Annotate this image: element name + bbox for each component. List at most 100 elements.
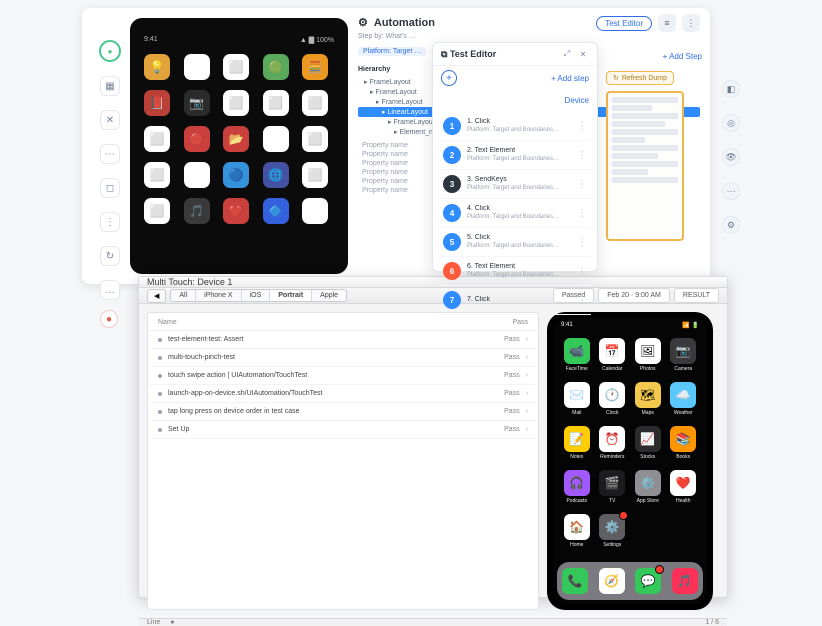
segment-portrait[interactable]: Portrait <box>270 290 312 301</box>
android-app-icon[interactable]: ⬜ <box>144 198 170 224</box>
android-app-icon[interactable]: 🔷 <box>263 198 289 224</box>
right-rail-target-icon[interactable]: ◎ <box>722 114 740 132</box>
step-more-icon[interactable]: ⋮ <box>577 121 587 132</box>
right-rail-layers-icon[interactable]: ◧ <box>722 80 740 98</box>
ios-app-icon[interactable]: 📝 <box>564 426 590 452</box>
ios-app-icon[interactable]: 🎧 <box>564 470 590 496</box>
ios-app-icon[interactable]: ❤️ <box>670 470 696 496</box>
result-row[interactable]: multi-touch-pinch-testPass› <box>148 349 538 367</box>
ios-app-label: Weather <box>674 410 693 416</box>
rail-sync-icon[interactable]: ↻ <box>100 246 120 266</box>
add-step-circle-button[interactable]: + <box>441 70 457 86</box>
step-row[interactable]: 4 4. ClickPlatform: Target and Boundarie… <box>439 199 591 228</box>
android-app-icon[interactable]: 💡 <box>144 54 170 80</box>
android-app-icon[interactable]: 🎙 <box>184 54 210 80</box>
editor-close-icon[interactable]: ✕ <box>577 48 589 60</box>
result-row[interactable]: Set UpPass› <box>148 421 538 439</box>
android-app-icon[interactable]: ⬜ <box>302 126 328 152</box>
device-link[interactable]: Device <box>565 96 589 105</box>
ios-app-icon[interactable]: ☁️ <box>670 382 696 408</box>
segment-all[interactable]: All <box>171 290 196 301</box>
rail-more-icon[interactable]: ⋮ <box>100 212 120 232</box>
android-app-icon[interactable]: 🔴 <box>184 126 210 152</box>
android-app-icon[interactable]: ⬜ <box>302 162 328 188</box>
back-button[interactable]: ◀ <box>147 289 166 303</box>
ios-app-icon[interactable]: ⚙️ <box>599 514 625 540</box>
segment-apple[interactable]: Apple <box>312 290 346 301</box>
ios-app-icon[interactable]: ✉️ <box>564 382 590 408</box>
step-row[interactable]: 3 3. SendKeysPlatform: Target and Bounda… <box>439 170 591 199</box>
step-row[interactable]: 2 2. Text ElementPlatform: Target and Bo… <box>439 141 591 170</box>
android-app-icon[interactable] <box>302 198 328 224</box>
rail-close-icon[interactable]: ✕ <box>100 110 120 130</box>
dock-app-icon[interactable]: 🧭 <box>599 568 625 594</box>
ios-app-icon[interactable]: 📚 <box>670 426 696 452</box>
more-icon[interactable]: ⋮ <box>682 14 700 32</box>
result-row[interactable]: launch-app-on-device.sh/UIAutomation/Tou… <box>148 385 538 403</box>
add-step-link[interactable]: + Add Step <box>606 52 702 61</box>
ios-app-icon[interactable]: 🗺 <box>635 382 661 408</box>
step-more-icon[interactable]: ⋮ <box>577 266 587 277</box>
android-app-icon[interactable]: ⬜ <box>144 126 170 152</box>
ios-app-icon[interactable]: 📅 <box>599 338 625 364</box>
test-editor-button[interactable]: Test Editor <box>596 16 652 31</box>
rail-grid-icon[interactable]: ▦ <box>100 76 120 96</box>
step-row[interactable]: 1 1. ClickPlatform: Target and Boundarie… <box>439 112 591 141</box>
refresh-dump-button[interactable]: ↻Refresh Dump <box>606 71 674 85</box>
android-app-icon[interactable]: 🛍 <box>184 162 210 188</box>
rail-record-icon[interactable]: ● <box>100 310 118 328</box>
ios-app-icon[interactable]: 🕐 <box>599 382 625 408</box>
step-more-icon[interactable]: ⋮ <box>577 237 587 248</box>
editor-expand-icon[interactable]: ⤢ <box>561 48 573 60</box>
rail-ellipsis-icon[interactable]: … <box>100 280 120 300</box>
ios-app-icon[interactable]: 📹 <box>564 338 590 364</box>
segment-ios[interactable]: iOS <box>242 290 271 301</box>
step-row[interactable]: 7 7. Click ⋮ <box>439 286 591 315</box>
dock-app-icon[interactable]: 🎵 <box>672 568 698 594</box>
result-row[interactable]: touch swipe action | UIAutomation/TouchT… <box>148 367 538 385</box>
android-app-icon[interactable]: ❤️ <box>223 198 249 224</box>
step-row[interactable]: 6 6. Text ElementPlatform: Target and Bo… <box>439 257 591 286</box>
ios-app-icon[interactable]: 🎬 <box>599 470 625 496</box>
result-row[interactable]: tap long press on device order in test c… <box>148 403 538 421</box>
android-app-icon[interactable]: 📕 <box>144 90 170 116</box>
right-rail-code-icon[interactable]: ⋯ <box>722 182 740 200</box>
segment-iphone-x[interactable]: iPhone X <box>196 290 241 301</box>
android-app-icon[interactable]: 🔵 <box>223 162 249 188</box>
android-app-icon[interactable]: ⬜ <box>223 54 249 80</box>
step-more-icon[interactable]: ⋮ <box>577 295 587 306</box>
menu-icon[interactable]: ≡ <box>658 14 676 32</box>
android-app-icon[interactable]: 🌐 <box>263 162 289 188</box>
result-row[interactable]: test-element-test: AssertPass› <box>148 331 538 349</box>
ios-app-icon[interactable]: 📈 <box>635 426 661 452</box>
android-app-icon[interactable]: ⬜ <box>302 90 328 116</box>
ios-app-icon[interactable]: 📷 <box>670 338 696 364</box>
android-app-icon[interactable]: ⬜ <box>263 90 289 116</box>
ios-app-icon[interactable]: 🏠 <box>564 514 590 540</box>
ios-app-icon[interactable]: 🖼 <box>635 338 661 364</box>
step-more-icon[interactable]: ⋮ <box>577 208 587 219</box>
ios-app-icon[interactable]: ⏰ <box>599 426 625 452</box>
add-step-link-small[interactable]: + Add step <box>551 74 589 83</box>
step-more-icon[interactable]: ⋮ <box>577 150 587 161</box>
step-more-icon[interactable]: ⋮ <box>577 179 587 190</box>
col-name: Name <box>158 319 177 326</box>
right-rail-eye-icon[interactable]: 👁 <box>722 148 740 166</box>
dump-preview[interactable] <box>606 91 684 241</box>
android-app-icon[interactable]: 🖼 <box>263 126 289 152</box>
dock-app-icon[interactable]: 📞 <box>562 568 588 594</box>
android-app-icon[interactable]: ⬜ <box>144 162 170 188</box>
step-row[interactable]: 5 5. ClickPlatform: Target and Boundarie… <box>439 228 591 257</box>
android-app-icon[interactable]: 📷 <box>184 90 210 116</box>
dock-app-icon[interactable]: 💬 <box>635 568 661 594</box>
rail-chevron-icon[interactable]: ⋯ <box>100 144 120 164</box>
android-app-icon[interactable]: 📂 <box>223 126 249 152</box>
right-rail-settings-icon[interactable]: ⚙ <box>722 216 740 234</box>
android-app-icon[interactable]: 🧮 <box>302 54 328 80</box>
ios-app-icon[interactable]: ⚙️ <box>635 470 661 496</box>
filter-segments[interactable]: AlliPhone XiOSPortraitApple <box>170 289 347 302</box>
android-app-icon[interactable]: ⬜ <box>223 90 249 116</box>
rail-home-icon[interactable]: ◻ <box>100 178 120 198</box>
android-app-icon[interactable]: 🎵 <box>184 198 210 224</box>
android-app-icon[interactable]: 🟢 <box>263 54 289 80</box>
